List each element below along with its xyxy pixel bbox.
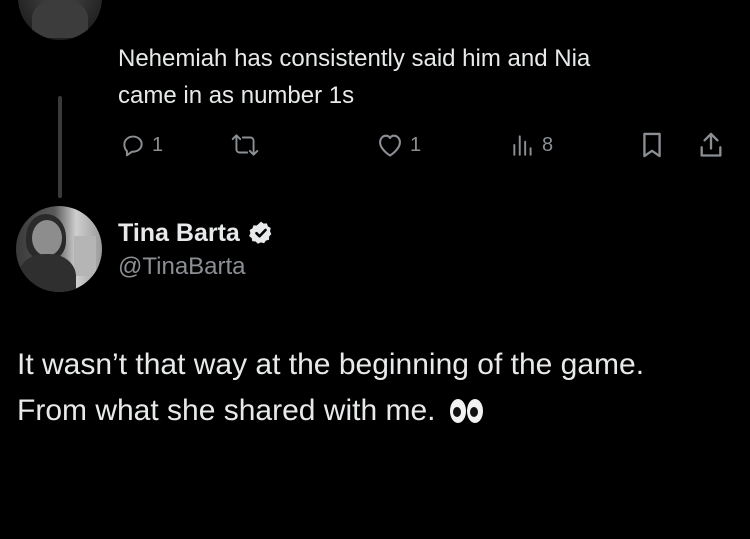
- verified-badge-icon[interactable]: [248, 220, 274, 246]
- bookmark-button[interactable]: [640, 128, 664, 162]
- previous-tweet-text-line-1: Nehemiah has consistently said him and N…: [118, 45, 591, 72]
- author-display-name[interactable]: Tina Barta: [118, 218, 240, 248]
- thread-connector-line: [58, 96, 62, 198]
- retweet-button[interactable]: [230, 128, 266, 162]
- tweet-action-bar: 1 1 8: [118, 128, 730, 162]
- views-count: 8: [542, 133, 554, 156]
- bookmark-icon: [643, 132, 661, 158]
- share-button[interactable]: [698, 128, 724, 162]
- tweet-text-line-1: It wasn’t that way at the beginning of t…: [17, 348, 645, 381]
- previous-tweet-text-line-2: came in as number 1s: [118, 82, 355, 109]
- views-button[interactable]: 8: [510, 128, 553, 162]
- tweet-text-line-2-wrap: From what she shared with me.: [17, 388, 737, 434]
- author-handle[interactable]: @TinaBarta: [118, 252, 246, 282]
- reply-count: 1: [152, 133, 164, 156]
- tweet-text: It wasn’t that way at the beginning of t…: [17, 342, 737, 434]
- views-bar-chart-icon: [513, 135, 532, 156]
- retweet-icon: [231, 134, 259, 156]
- previous-tweet-text: Nehemiah has consistently said him and N…: [118, 40, 718, 114]
- tweet-text-line-2: From what she shared with me.: [17, 394, 436, 427]
- heart-icon: [379, 134, 401, 157]
- eyes-emoji-icon: [449, 399, 483, 423]
- previous-author-avatar[interactable]: [18, 0, 102, 40]
- author-avatar[interactable]: [16, 206, 102, 292]
- share-icon: [700, 132, 722, 157]
- author-name-row[interactable]: Tina Barta: [118, 218, 274, 248]
- like-button[interactable]: 1: [376, 128, 421, 162]
- reply-icon: [123, 135, 143, 157]
- reply-button[interactable]: 1: [120, 128, 163, 162]
- like-count: 1: [410, 133, 422, 156]
